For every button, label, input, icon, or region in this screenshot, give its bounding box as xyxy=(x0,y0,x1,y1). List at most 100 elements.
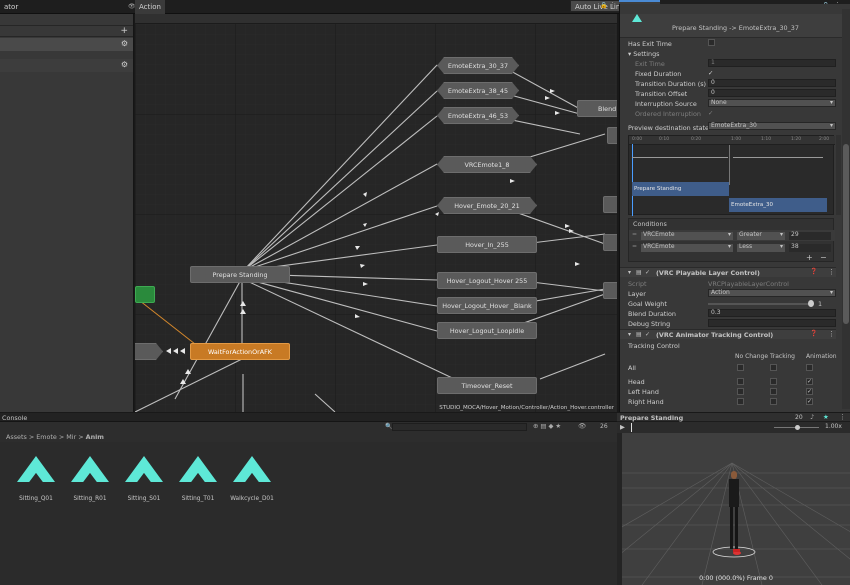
condition-op-dropdown[interactable]: Greater ▾ xyxy=(737,232,785,240)
inspector-vertical-scrollbar[interactable] xyxy=(842,9,850,409)
tracking-checkbox[interactable] xyxy=(770,364,777,371)
state-hover-logout-loopidle[interactable]: Hover_Logout_LoopIdle xyxy=(437,322,537,339)
state-offscreen-1[interactable] xyxy=(607,127,617,144)
entry-node[interactable] xyxy=(135,286,155,303)
asset-item[interactable]: Sitting_S01 xyxy=(120,456,168,502)
goal-weight-slider[interactable] xyxy=(708,303,814,305)
blend-duration-field[interactable]: 0.3 xyxy=(708,309,836,317)
crumb-assets[interactable]: Assets xyxy=(6,433,27,441)
condition-param-dropdown[interactable]: VRCEmote ▾ xyxy=(641,244,733,252)
layer-item-selected[interactable]: ⚙ xyxy=(0,38,133,51)
state-offscreen-3[interactable] xyxy=(603,234,617,251)
state-blend[interactable]: Blend xyxy=(577,100,617,117)
exit-time-field[interactable]: 1 xyxy=(708,59,836,67)
avatar-model[interactable] xyxy=(728,471,740,553)
state-timeover-reset[interactable]: Timeover_Reset xyxy=(437,377,537,394)
preview-playhead[interactable] xyxy=(631,423,632,432)
transition-duration-field[interactable]: 0 xyxy=(708,79,836,87)
crumb-emote[interactable]: Emote xyxy=(36,433,57,441)
asset-item[interactable]: Sitting_Q01 xyxy=(12,456,60,502)
drag-handle-icon[interactable]: = xyxy=(632,231,637,238)
enabled-checkbox-2[interactable]: ✓ xyxy=(645,331,650,338)
tracking-checkbox[interactable] xyxy=(770,388,777,395)
playable-layer-header[interactable]: ▾ ▤ ✓ (VRC Playable Layer Control) ❓ ⋮ xyxy=(620,267,836,277)
avatar-icon[interactable]: ★ xyxy=(823,413,829,421)
debug-string-field[interactable] xyxy=(708,319,836,327)
state-offscreen-2[interactable] xyxy=(603,196,617,213)
remove-condition-icon[interactable]: − xyxy=(820,253,827,262)
asset-item[interactable]: Sitting_R01 xyxy=(66,456,114,502)
tracking-checkbox[interactable] xyxy=(737,398,744,405)
drag-handle-icon[interactable]: = xyxy=(632,243,637,250)
tracking-control-header[interactable]: ▾ ▤ ✓ (VRC Animator Tracking Control) ❓ … xyxy=(620,329,836,339)
condition-param-dropdown[interactable]: VRCEmote ▾ xyxy=(641,232,733,240)
timeline-playhead[interactable] xyxy=(632,144,633,216)
state-vrcemote1-8[interactable]: VRCEmote1_8 xyxy=(437,156,537,173)
condition-op-dropdown[interactable]: Less ▾ xyxy=(737,244,785,252)
layer-dropdown[interactable]: Action ▾ xyxy=(708,289,836,297)
condition-row[interactable]: = VRCEmote ▾ Greater ▾ 29 xyxy=(629,230,835,241)
foldout-icon[interactable]: ▾ xyxy=(628,269,631,276)
layer-item[interactable]: ⚙ xyxy=(0,59,133,72)
inspector-scrollbar[interactable] xyxy=(836,135,841,215)
component-menu-icon[interactable]: ⋮ xyxy=(828,268,835,276)
search-input[interactable] xyxy=(392,423,527,431)
asset-item[interactable]: Walkcycle_D01 xyxy=(228,456,276,502)
tracking-checkbox[interactable] xyxy=(770,378,777,385)
help-icon[interactable]: ❓ xyxy=(810,268,817,275)
animator-graph[interactable]: EmoteExtra_30_37 EmoteExtra_38_45 EmoteE… xyxy=(135,14,617,412)
console-tab[interactable]: Console xyxy=(2,414,27,422)
preview-viewport[interactable]: 0:00 (000.0%) Frame 0 xyxy=(622,433,850,585)
condition-value-field[interactable]: 29 xyxy=(789,232,831,240)
pivot-icon[interactable]: ♪ xyxy=(810,413,814,421)
state-waitforactionorafk-default[interactable]: WaitForActionOrAFK xyxy=(190,343,290,360)
transition-timeline[interactable]: 0:00 0:10 0:20 1:00 1:10 1:20 2:00 Prepa… xyxy=(628,135,835,216)
playback-speed-knob[interactable] xyxy=(795,425,800,430)
add-condition-icon[interactable]: + xyxy=(806,253,813,262)
condition-row[interactable]: = VRCEmote ▾ Less ▾ 38 xyxy=(629,242,835,253)
play-icon[interactable]: ▶ xyxy=(620,423,625,431)
state-hover-in-255[interactable]: Hover_In_255 xyxy=(437,236,537,253)
tracking-checkbox[interactable] xyxy=(806,364,813,371)
component-menu-icon-2[interactable]: ⋮ xyxy=(828,330,835,338)
condition-value-field[interactable]: 38 xyxy=(789,244,831,252)
tracking-checkbox[interactable]: ✓ xyxy=(806,388,813,395)
menu-dots-icon[interactable]: ⋮ xyxy=(609,1,616,9)
enabled-checkbox[interactable]: ✓ xyxy=(645,269,650,276)
tracking-checkbox[interactable] xyxy=(737,378,744,385)
tracking-checkbox[interactable]: ✓ xyxy=(806,398,813,405)
tracking-checkbox[interactable] xyxy=(737,388,744,395)
ordered-interruption-checkbox[interactable]: ✓ xyxy=(708,109,713,117)
crumb-mir[interactable]: Mir xyxy=(66,433,76,441)
has-exit-time-checkbox[interactable] xyxy=(708,39,715,46)
state-emoteextra-30-37[interactable]: EmoteExtra_30_37 xyxy=(437,57,519,74)
state-offscreen-4[interactable] xyxy=(603,282,617,299)
preview-menu-icon[interactable]: ⋮ xyxy=(839,413,846,421)
layer-gear-icon-2[interactable]: ⚙ xyxy=(121,60,128,69)
tracking-checkbox[interactable] xyxy=(737,364,744,371)
transition-offset-field[interactable]: 0 xyxy=(708,89,836,97)
layer-gear-icon[interactable]: ⚙ xyxy=(121,39,128,48)
tracking-checkbox[interactable] xyxy=(770,398,777,405)
lock-icon[interactable]: 🔒 xyxy=(600,2,607,9)
hidden-packages-icon[interactable]: 👁 xyxy=(578,422,586,430)
clip-source[interactable]: Prepare Standing xyxy=(632,182,729,196)
preview-destination-dropdown[interactable]: EmoteExtra_30 ▾ xyxy=(708,122,836,130)
crumb-anim[interactable]: Anim xyxy=(86,433,104,441)
filter-icons[interactable]: ⊕ ▤ ◆ ★ xyxy=(533,422,561,430)
foldout-icon-2[interactable]: ▾ xyxy=(628,331,631,338)
settings-foldout[interactable]: ▾ Settings xyxy=(628,50,659,58)
state-emoteextra-38-45[interactable]: EmoteExtra_38_45 xyxy=(437,82,519,99)
graph-breadcrumb-action[interactable]: Action xyxy=(135,0,165,14)
scrollbar-thumb[interactable] xyxy=(843,144,849,324)
goal-weight-value[interactable]: 1 xyxy=(818,300,822,308)
interruption-source-dropdown[interactable]: None ▾ xyxy=(708,99,836,107)
fixed-duration-checkbox[interactable]: ✓ xyxy=(708,69,713,77)
goal-weight-knob[interactable] xyxy=(808,300,814,307)
state-hover-logout-hover-blank[interactable]: Hover_Logout_Hover _Blank xyxy=(437,297,537,314)
add-layer-icon[interactable]: + xyxy=(120,26,128,36)
state-emoteextra-46-53[interactable]: EmoteExtra_46_53 xyxy=(437,107,519,124)
preview-speed[interactable]: 20 xyxy=(795,414,803,421)
state-hover-logout-hover-255[interactable]: Hover_Logout_Hover 255 xyxy=(437,272,537,289)
state-prepare-standing[interactable]: Prepare Standing xyxy=(190,266,290,283)
